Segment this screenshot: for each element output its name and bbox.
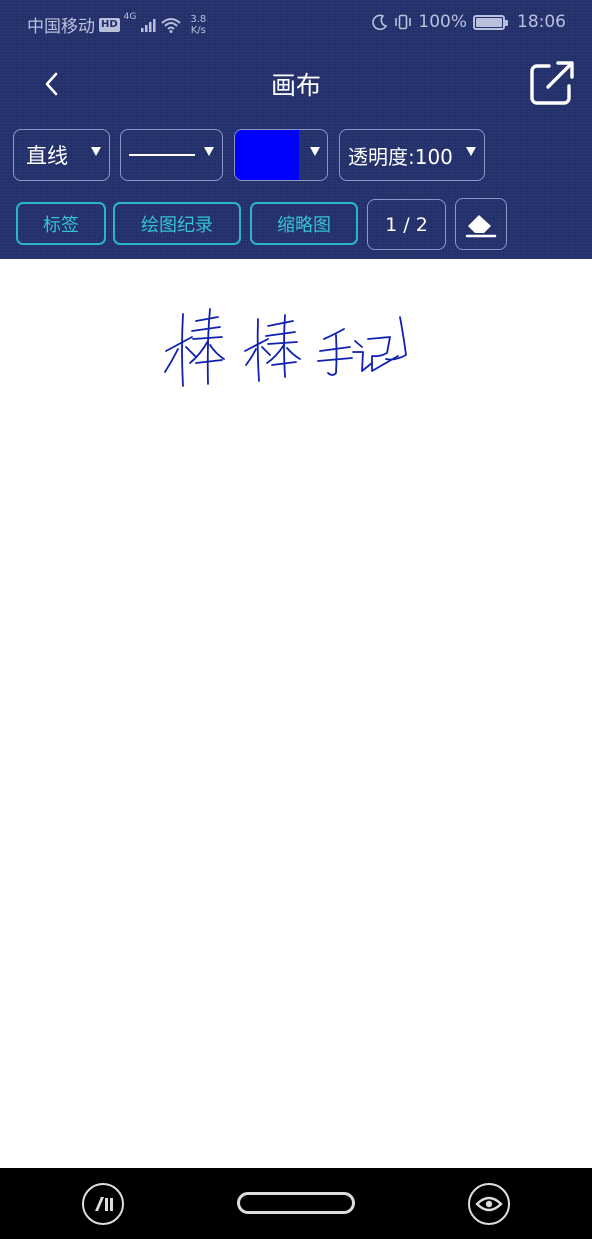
share-button[interactable] — [527, 58, 577, 108]
color-swatch — [235, 130, 299, 180]
line-style-dropdown[interactable] — [120, 129, 223, 181]
share-external-icon — [530, 61, 574, 105]
battery-percent: 100% — [418, 12, 467, 32]
eye-icon — [475, 1196, 503, 1212]
shape-dropdown-value: 直线 — [26, 144, 68, 168]
handwriting-strokes — [164, 308, 407, 387]
tag-button[interactable]: 标签 — [16, 202, 106, 245]
dropdown-arrow-icon — [91, 147, 101, 156]
page-indicator[interactable]: 1 / 2 — [367, 199, 446, 250]
opacity-dropdown-value: 透明度:100 — [348, 144, 453, 169]
network-type: 4G — [123, 12, 137, 22]
dropdown-arrow-icon — [310, 147, 320, 156]
color-dropdown[interactable] — [234, 129, 328, 181]
moon-icon — [372, 14, 388, 30]
nav-app-button[interactable] — [82, 1183, 124, 1225]
page-title: 画布 — [270, 71, 321, 100]
hd-badge: HD — [99, 17, 120, 32]
eraser-button[interactable] — [455, 198, 507, 250]
clock: 18:06 — [517, 12, 566, 32]
top-panel: 中国移动 HD 4G 3.8 K/s 100% 18:06 画布 直线 透明度:… — [0, 0, 592, 259]
eraser-icon — [465, 215, 497, 238]
nav-eye-button[interactable] — [468, 1183, 510, 1225]
thumbnail-button[interactable]: 缩略图 — [250, 202, 358, 245]
dropdown-arrow-icon — [466, 147, 476, 156]
navigation-bar — [0, 1168, 592, 1239]
net-speed: 3.8 K/s — [190, 13, 207, 36]
wifi-icon — [161, 17, 182, 33]
app-logo-icon — [95, 1197, 113, 1211]
home-pill-button[interactable] — [237, 1192, 355, 1214]
solid-line-preview — [129, 154, 195, 156]
drawing-canvas[interactable] — [0, 259, 592, 1168]
vibrate-icon — [395, 14, 412, 30]
drawing-record-button[interactable]: 绘图纪录 — [113, 202, 241, 245]
carrier-name: 中国移动 — [27, 17, 95, 37]
dropdown-arrow-icon — [204, 147, 214, 156]
opacity-dropdown[interactable]: 透明度:100 — [339, 129, 485, 181]
signal-icon — [141, 18, 156, 32]
shape-dropdown[interactable]: 直线 — [13, 129, 110, 181]
battery-icon — [473, 14, 508, 30]
status-bar: 中国移动 HD 4G 3.8 K/s 100% 18:06 — [0, 0, 592, 46]
